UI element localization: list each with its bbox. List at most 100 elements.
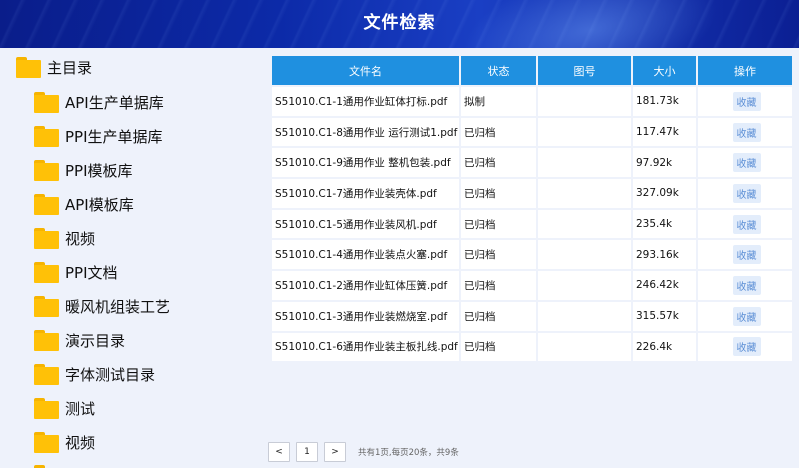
tree-item-ppi-docs[interactable]: PPI文档 bbox=[34, 259, 118, 285]
app-header: 文件检索 bbox=[0, 0, 799, 48]
tree-item-partial[interactable] bbox=[34, 462, 65, 468]
cell-size: 293.16k bbox=[633, 240, 696, 270]
cell-action: 收藏 bbox=[698, 332, 792, 362]
cell-drawing-no bbox=[538, 87, 631, 116]
cell-drawing-no bbox=[538, 209, 631, 239]
folder-icon bbox=[34, 227, 59, 249]
cell-status: 已归档 bbox=[461, 271, 536, 300]
next-page-button[interactable]: > bbox=[324, 442, 346, 462]
cell-size: 226.4k bbox=[633, 332, 696, 362]
cell-filename: S51010.C1-9通用作业 整机包装.pdf bbox=[272, 148, 459, 178]
cell-size: 117.47k bbox=[633, 117, 696, 147]
column-header-size[interactable]: 大小 bbox=[633, 56, 696, 85]
tree-item-ppi-production[interactable]: PPI生产单据库 bbox=[34, 123, 163, 149]
cell-size: 235.4k bbox=[633, 209, 696, 239]
cell-size: 315.57k bbox=[633, 301, 696, 331]
folder-icon bbox=[34, 363, 59, 385]
table-row[interactable]: S51010.C1-5通用作业装风机.pdf 已归档 235.4k 收藏 bbox=[272, 209, 792, 239]
cell-size: 246.42k bbox=[633, 271, 696, 300]
tree-item-api-production[interactable]: API生产单据库 bbox=[34, 89, 164, 115]
tree-item-label: 视频 bbox=[65, 433, 96, 452]
tree-item-label: 暖风机组装工艺 bbox=[65, 297, 171, 316]
tree-item-label: API模板库 bbox=[65, 195, 134, 214]
tree-item-label: PPI生产单据库 bbox=[65, 127, 163, 146]
favorite-button[interactable]: 收藏 bbox=[732, 337, 761, 357]
tree-item-label: 视频 bbox=[65, 229, 96, 248]
pagination: < 1 > 共有1页,每页20条，共9条 bbox=[268, 441, 459, 463]
tree-item-video-2[interactable]: 视频 bbox=[34, 429, 95, 455]
cell-drawing-no bbox=[538, 117, 631, 147]
cell-size: 97.92k bbox=[633, 148, 696, 178]
folder-tree: 主目录 API生产单据库 PPI生产单据库 PPI模板库 API模板库 视频 P… bbox=[0, 48, 262, 468]
folder-icon bbox=[34, 159, 59, 181]
file-table: 文件名 状态 图号 大小 操作 S51010.C1-1通用作业缸体打标.pdf … bbox=[270, 54, 794, 363]
tree-item-label: 演示目录 bbox=[65, 331, 126, 350]
cell-filename: S51010.C1-7通用作业装壳体.pdf bbox=[272, 179, 459, 208]
cell-drawing-no bbox=[538, 301, 631, 331]
cell-status: 已归档 bbox=[461, 117, 536, 147]
cell-filename: S51010.C1-5通用作业装风机.pdf bbox=[272, 209, 459, 239]
tree-item-label: PPI文档 bbox=[65, 263, 118, 282]
folder-icon bbox=[34, 329, 59, 351]
favorite-button[interactable]: 收藏 bbox=[732, 153, 761, 173]
table-row[interactable]: S51010.C1-7通用作业装壳体.pdf 已归档 327.09k 收藏 bbox=[272, 179, 792, 208]
folder-icon bbox=[34, 295, 59, 317]
tree-item-demo[interactable]: 演示目录 bbox=[34, 327, 125, 353]
folder-icon bbox=[34, 397, 59, 419]
cell-drawing-no bbox=[538, 332, 631, 362]
favorite-button[interactable]: 收藏 bbox=[732, 91, 761, 111]
cell-size: 327.09k bbox=[633, 179, 696, 208]
cell-size: 181.73k bbox=[633, 87, 696, 116]
folder-icon bbox=[34, 464, 59, 468]
favorite-button[interactable]: 收藏 bbox=[732, 306, 761, 326]
cell-action: 收藏 bbox=[698, 209, 792, 239]
table-row[interactable]: S51010.C1-9通用作业 整机包装.pdf 已归档 97.92k 收藏 bbox=[272, 148, 792, 178]
tree-item-heater-assembly[interactable]: 暖风机组装工艺 bbox=[34, 293, 170, 319]
favorite-button[interactable]: 收藏 bbox=[732, 245, 761, 265]
file-list-panel: 文件名 状态 图号 大小 操作 S51010.C1-1通用作业缸体打标.pdf … bbox=[270, 54, 792, 364]
folder-icon bbox=[34, 125, 59, 147]
cell-filename: S51010.C1-1通用作业缸体打标.pdf bbox=[272, 87, 459, 116]
column-header-drawing-no[interactable]: 图号 bbox=[538, 56, 631, 85]
folder-icon bbox=[34, 431, 59, 453]
column-header-status[interactable]: 状态 bbox=[461, 56, 536, 85]
cell-action: 收藏 bbox=[698, 240, 792, 270]
tree-item-label: API生产单据库 bbox=[65, 93, 164, 112]
cell-status: 拟制 bbox=[461, 87, 536, 116]
favorite-button[interactable]: 收藏 bbox=[732, 214, 761, 234]
page-number-button[interactable]: 1 bbox=[296, 442, 318, 462]
cell-status: 已归档 bbox=[461, 148, 536, 178]
table-header-row: 文件名 状态 图号 大小 操作 bbox=[272, 56, 792, 85]
cell-action: 收藏 bbox=[698, 117, 792, 147]
tree-item-test[interactable]: 测试 bbox=[34, 395, 95, 421]
cell-action: 收藏 bbox=[698, 179, 792, 208]
cell-status: 已归档 bbox=[461, 179, 536, 208]
cell-status: 已归档 bbox=[461, 332, 536, 362]
table-row[interactable]: S51010.C1-8通用作业 运行测试1.pdf 已归档 117.47k 收藏 bbox=[272, 117, 792, 147]
cell-drawing-no bbox=[538, 240, 631, 270]
folder-icon bbox=[34, 193, 59, 215]
table-row[interactable]: S51010.C1-6通用作业装主板扎线.pdf 已归档 226.4k 收藏 bbox=[272, 332, 792, 362]
table-row[interactable]: S51010.C1-1通用作业缸体打标.pdf 拟制 181.73k 收藏 bbox=[272, 87, 792, 116]
tree-item-video[interactable]: 视频 bbox=[34, 225, 95, 251]
column-header-action: 操作 bbox=[698, 56, 792, 85]
tree-item-label: PPI模板库 bbox=[65, 161, 133, 180]
cell-drawing-no bbox=[538, 179, 631, 208]
prev-page-button[interactable]: < bbox=[268, 442, 290, 462]
cell-action: 收藏 bbox=[698, 301, 792, 331]
tree-item-font-test[interactable]: 字体测试目录 bbox=[34, 361, 155, 387]
cell-drawing-no bbox=[538, 148, 631, 178]
cell-status: 已归档 bbox=[461, 301, 536, 331]
folder-icon bbox=[16, 56, 41, 78]
table-row[interactable]: S51010.C1-2通用作业缸体压簧.pdf 已归档 246.42k 收藏 bbox=[272, 271, 792, 300]
tree-item-ppi-template[interactable]: PPI模板库 bbox=[34, 157, 133, 183]
column-header-filename[interactable]: 文件名 bbox=[272, 56, 459, 85]
tree-item-root[interactable]: 主目录 bbox=[16, 54, 92, 80]
table-row[interactable]: S51010.C1-3通用作业装燃烧室.pdf 已归档 315.57k 收藏 bbox=[272, 301, 792, 331]
tree-item-api-template[interactable]: API模板库 bbox=[34, 191, 134, 217]
table-row[interactable]: S51010.C1-4通用作业装点火塞.pdf 已归档 293.16k 收藏 bbox=[272, 240, 792, 270]
cell-status: 已归档 bbox=[461, 209, 536, 239]
favorite-button[interactable]: 收藏 bbox=[732, 275, 761, 295]
favorite-button[interactable]: 收藏 bbox=[732, 183, 761, 203]
favorite-button[interactable]: 收藏 bbox=[732, 122, 761, 142]
